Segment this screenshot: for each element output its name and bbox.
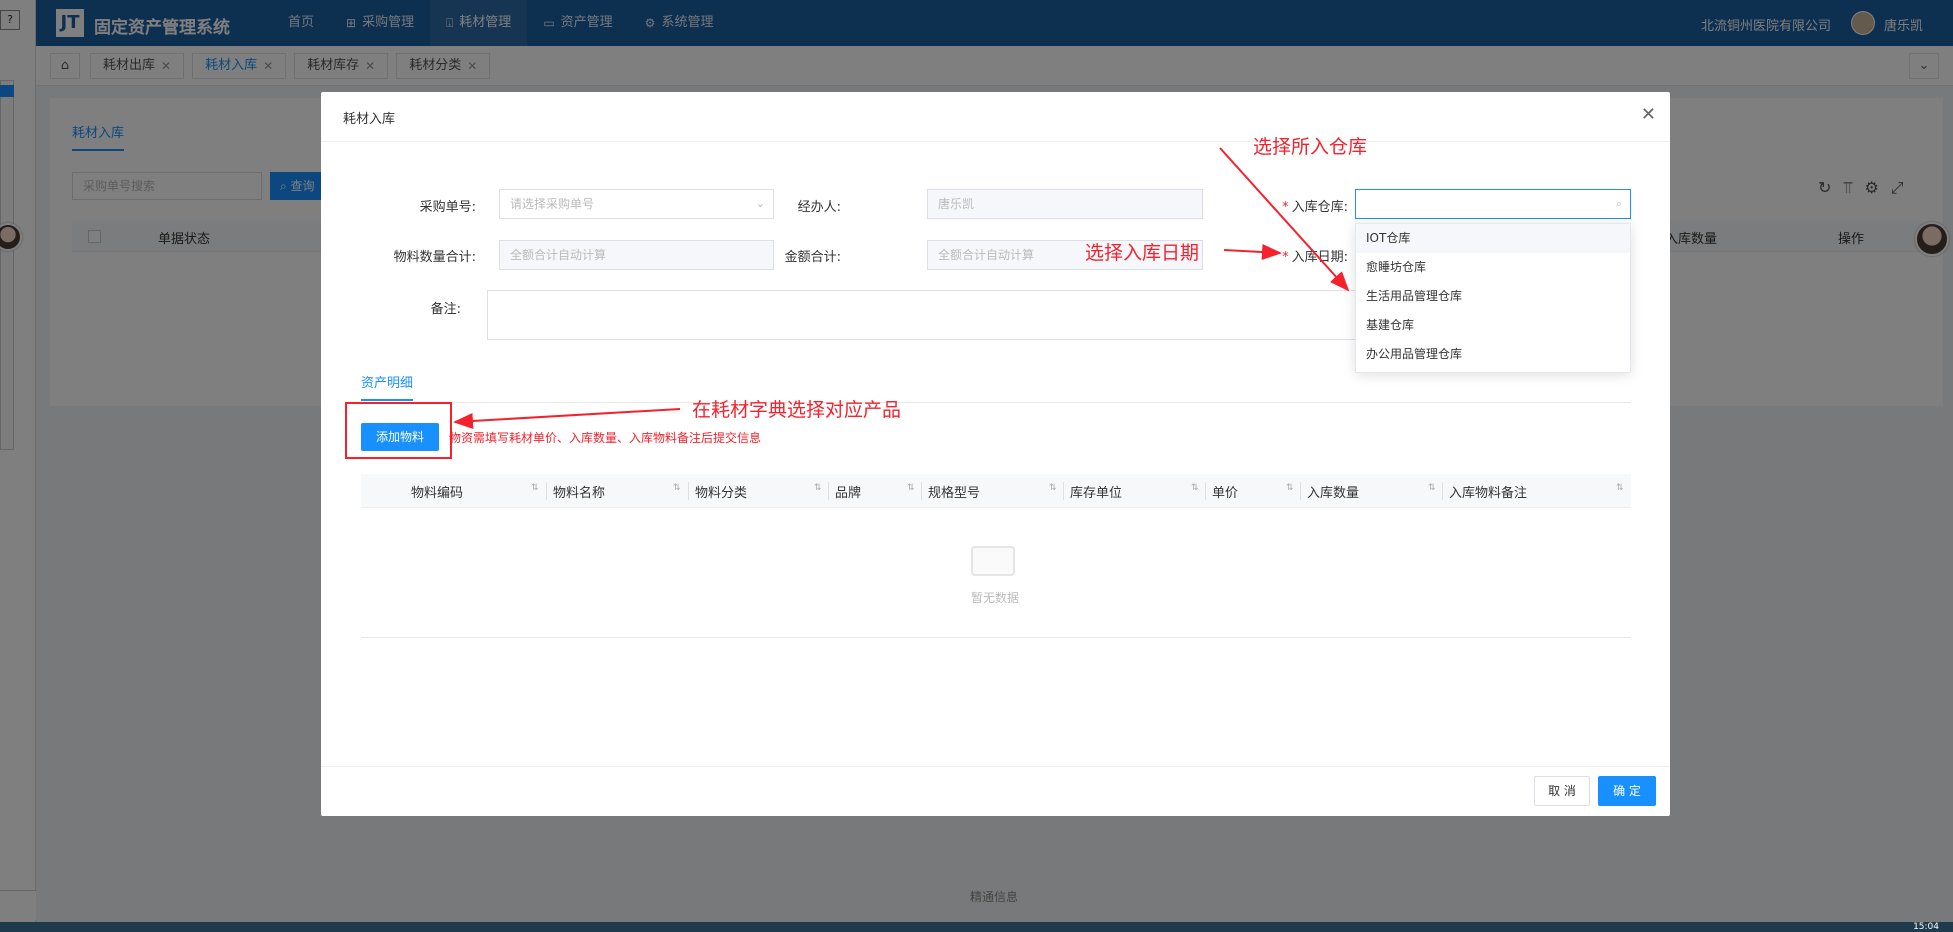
col-stock-unit: 库存单位	[1070, 486, 1123, 501]
warehouse-label: * 入库仓库:	[1228, 196, 1348, 215]
qty-total-label: 物料数量合计:	[393, 250, 476, 265]
required-mark: *	[1282, 250, 1289, 265]
handler-field: 唐乐凯	[927, 189, 1203, 219]
col-brand: 品牌	[835, 486, 862, 501]
sort-icon[interactable]: ⇅	[1191, 483, 1199, 493]
sort-icon[interactable]: ⇅	[1049, 483, 1057, 493]
date-label: * 入库日期:	[1228, 246, 1348, 265]
sort-icon[interactable]: ⇅	[531, 483, 539, 493]
close-icon[interactable]: ✕	[1641, 104, 1656, 125]
os-taskbar	[0, 922, 1953, 932]
divider	[321, 766, 1670, 767]
warehouse-label-text: 入库仓库:	[1291, 200, 1348, 215]
annotation-highlight-box	[345, 402, 452, 459]
required-mark: *	[1282, 200, 1289, 215]
divider	[361, 637, 1631, 638]
dropdown-option[interactable]: 办公用品管理仓库	[1356, 340, 1630, 369]
dropdown-option[interactable]: 生活用品管理仓库	[1356, 282, 1630, 311]
col-spec: 规格型号	[928, 486, 981, 501]
annotation-select-date: 选择入库日期	[1085, 242, 1200, 264]
cancel-button[interactable]: 取 消	[1534, 776, 1590, 806]
empty-box-icon	[971, 546, 1015, 576]
sort-icon[interactable]: ⇅	[1428, 483, 1436, 493]
col-in-remark: 入库物料备注	[1449, 486, 1528, 501]
sort-icon[interactable]: ⇅	[1616, 483, 1624, 493]
dropdown-option[interactable]: 愈睡坊仓库	[1356, 253, 1630, 282]
remark-label: 备注:	[430, 302, 461, 317]
warehouse-select[interactable]: ⌕	[1355, 189, 1631, 219]
warehouse-dropdown: IOT仓库 愈睡坊仓库 生活用品管理仓库 基建仓库 办公用品管理仓库	[1355, 223, 1631, 373]
dialog-header: 耗材入库 ✕	[321, 92, 1670, 142]
divider	[688, 482, 689, 500]
divider	[1442, 482, 1443, 500]
col-material-name: 物料名称	[553, 486, 606, 501]
col-unit-price: 单价	[1212, 486, 1239, 501]
divider	[1205, 482, 1206, 500]
divider	[361, 402, 1631, 403]
sort-icon[interactable]: ⇅	[814, 483, 822, 493]
annotation-select-product: 在耗材字典选择对应产品	[692, 399, 902, 421]
col-material-category: 物料分类	[695, 486, 748, 501]
stock-in-dialog: 耗材入库 ✕ 采购单号: 请选择采购单号 ⌄ 经办人: 唐乐凯 * 入库仓库: ⌕…	[321, 92, 1670, 816]
purchase-no-label: 采购单号:	[419, 200, 476, 215]
sort-icon[interactable]: ⇅	[673, 483, 681, 493]
divider	[828, 482, 829, 500]
divider	[1063, 482, 1064, 500]
amount-total-label: 金额合计:	[784, 250, 841, 265]
empty-text: 暂无数据	[971, 591, 1020, 605]
dropdown-option[interactable]: IOT仓库	[1356, 224, 1630, 253]
dropdown-option[interactable]: 基建仓库	[1356, 311, 1630, 340]
col-material-code: 物料编码	[411, 486, 464, 501]
purchase-no-placeholder: 请选择采购单号	[510, 197, 595, 211]
sort-icon[interactable]: ⇅	[1286, 483, 1294, 493]
hint-text: 物资需填写耗材单价、入库数量、入库物料备注后提交信息	[449, 431, 762, 445]
confirm-button[interactable]: 确 定	[1598, 776, 1656, 806]
annotation-select-warehouse: 选择所入仓库	[1253, 136, 1368, 158]
date-label-text: 入库日期:	[1291, 250, 1348, 265]
divider	[921, 482, 922, 500]
divider	[546, 482, 547, 500]
dialog-title: 耗材入库	[343, 112, 396, 127]
sort-icon[interactable]: ⇅	[907, 483, 915, 493]
clock: 15:04	[1913, 922, 1939, 932]
detail-table-header: 物料编码 ⇅ 物料名称 ⇅ 物料分类 ⇅ 品牌 ⇅ 规格型号 ⇅ 库存单位 ⇅ …	[361, 474, 1631, 508]
col-in-quantity: 入库数量	[1307, 486, 1360, 501]
tab-asset-detail[interactable]: 资产明细	[361, 372, 414, 401]
handler-label: 经办人:	[797, 200, 841, 215]
search-icon: ⌕	[1615, 197, 1622, 210]
divider	[1300, 482, 1301, 500]
